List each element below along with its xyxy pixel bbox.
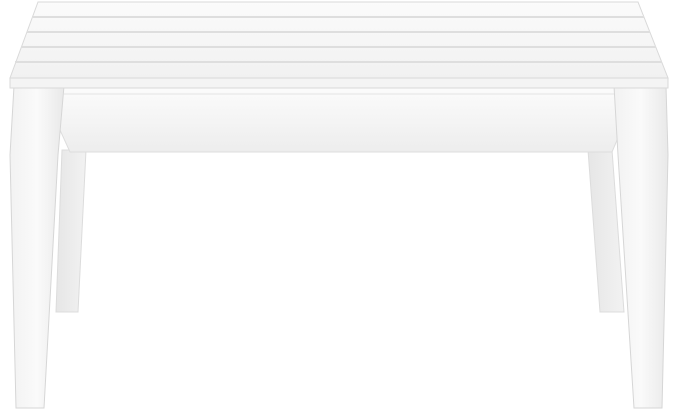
back-left-leg bbox=[55, 149, 87, 313]
table-top-edge bbox=[9, 77, 669, 89]
table-top-surface bbox=[9, 1, 669, 79]
front-left-leg bbox=[9, 85, 65, 409]
table-apron bbox=[39, 85, 641, 153]
product-photo bbox=[0, 0, 679, 416]
table-top bbox=[9, 1, 669, 89]
back-legs bbox=[55, 149, 625, 313]
back-right-leg bbox=[587, 149, 625, 313]
table-illustration bbox=[9, 1, 669, 409]
apron-front bbox=[39, 85, 641, 153]
front-right-leg bbox=[613, 85, 669, 409]
